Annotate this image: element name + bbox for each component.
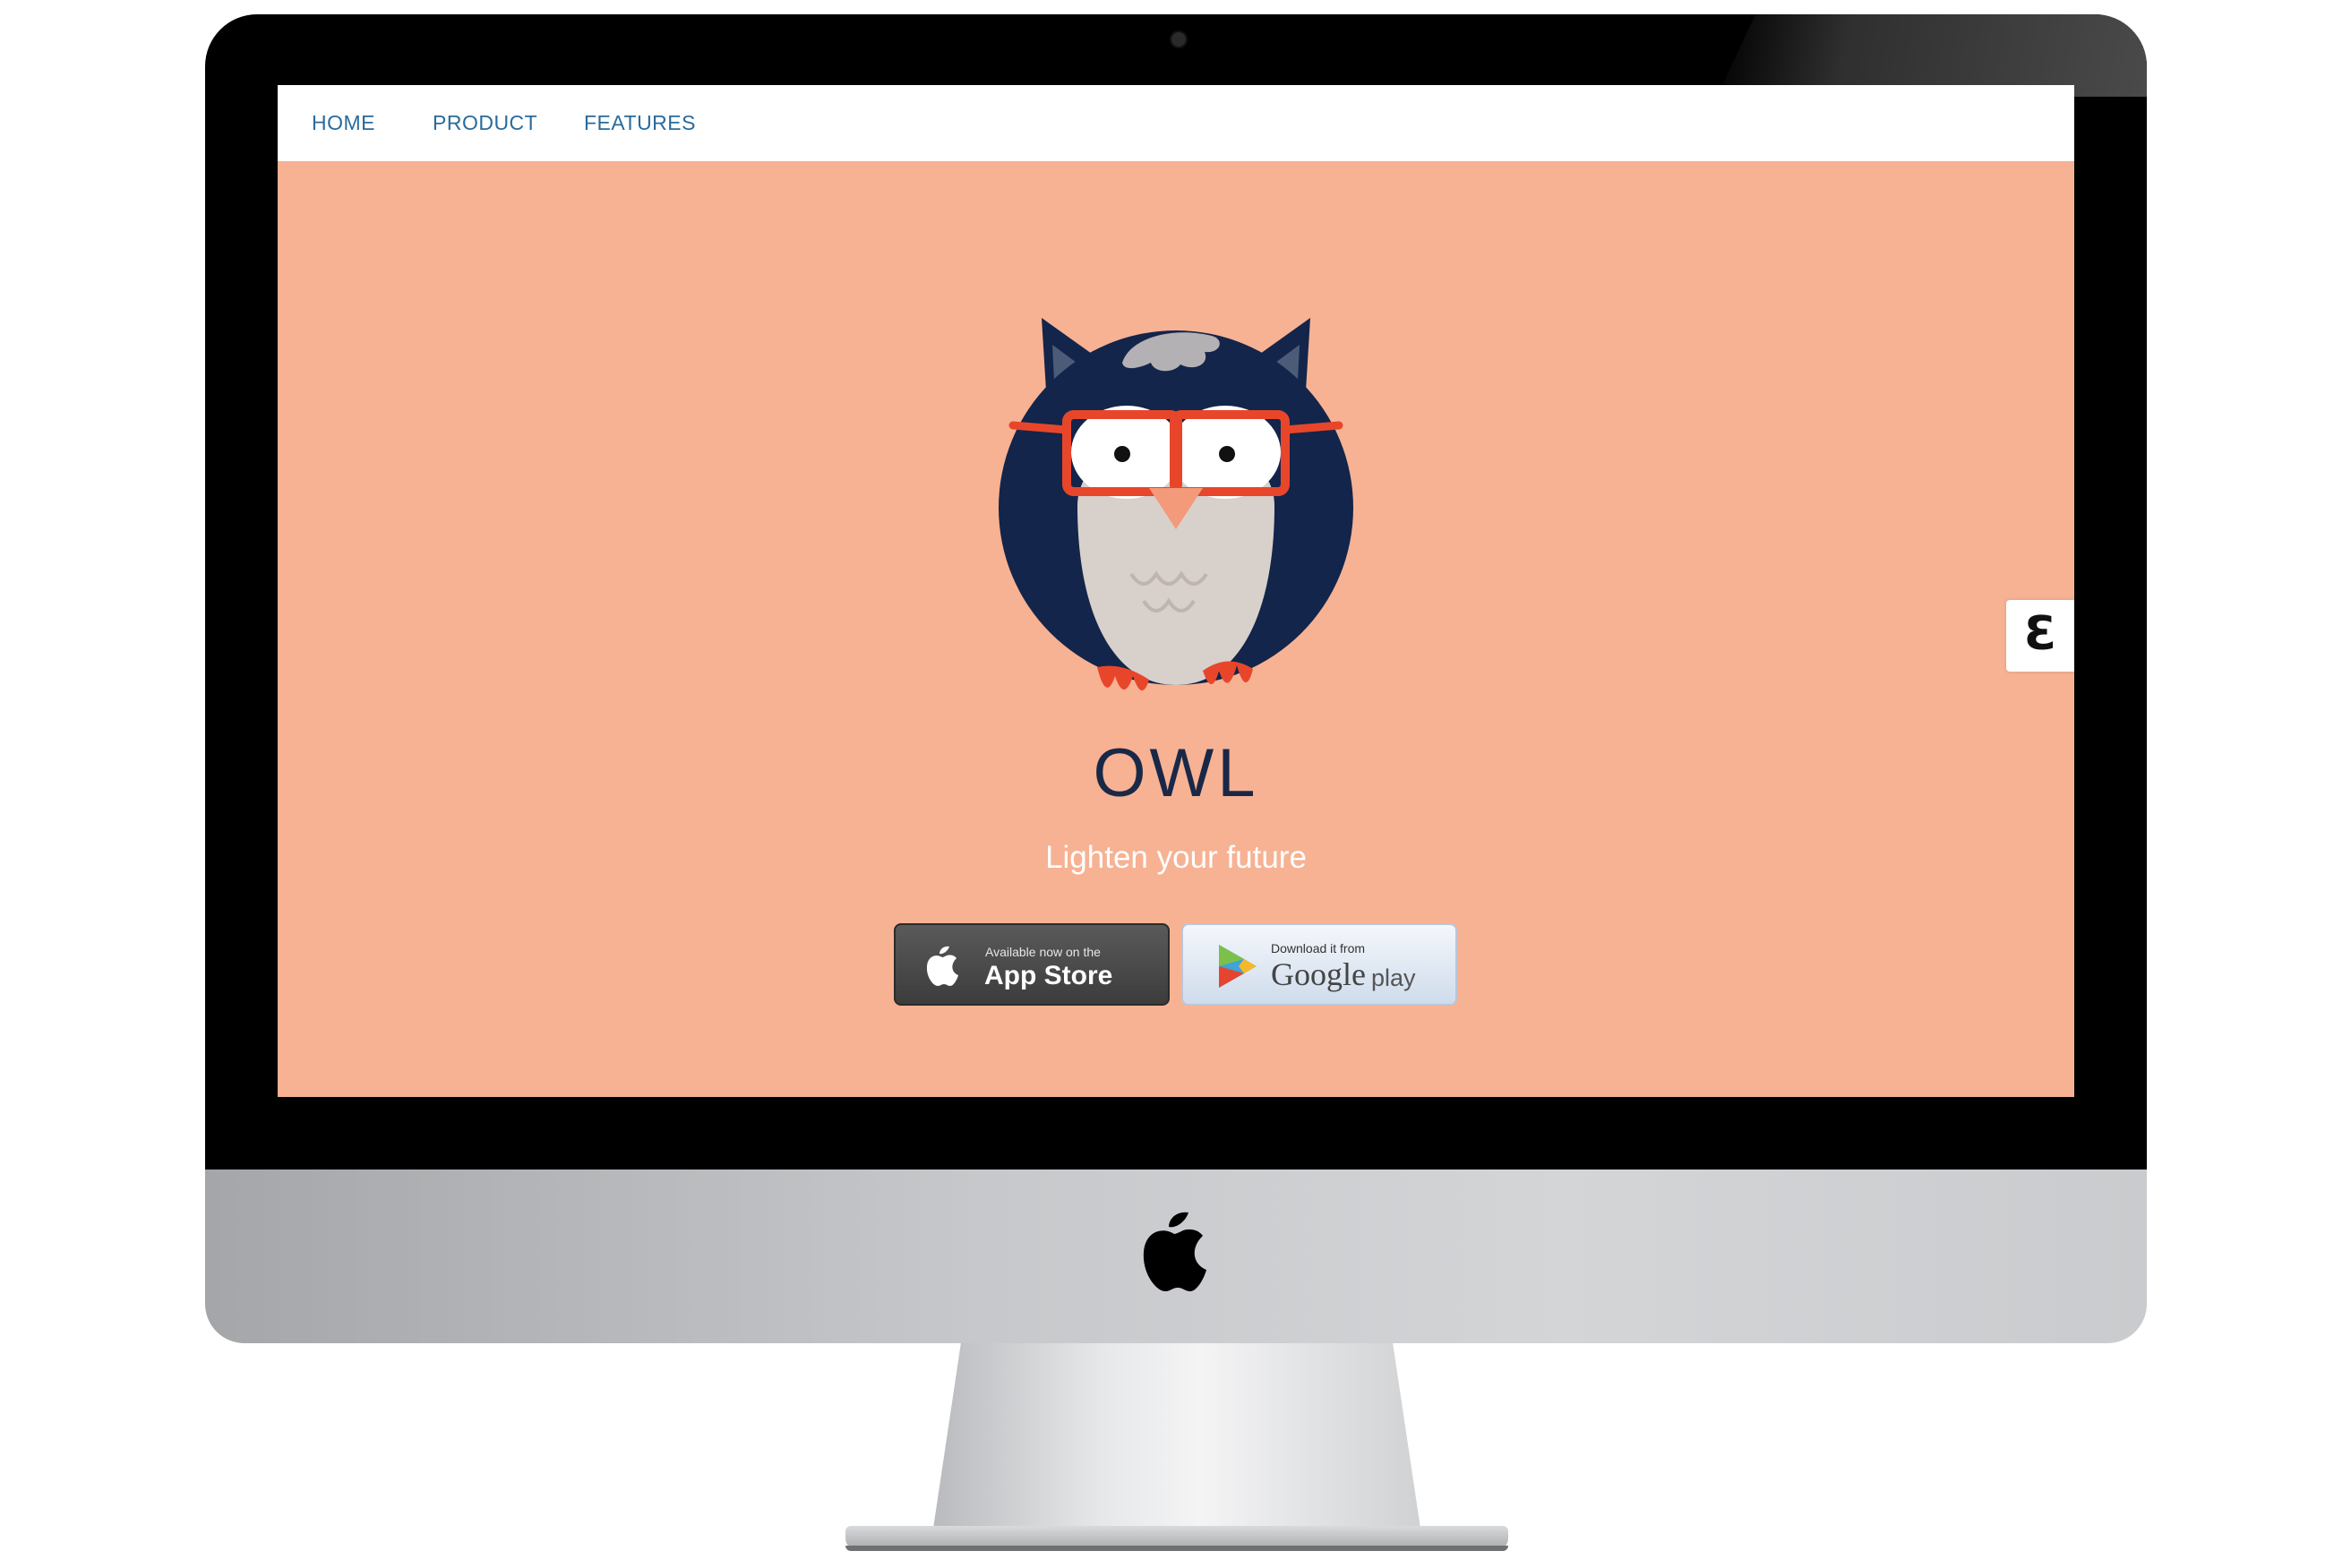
- nav-home[interactable]: HOME: [312, 85, 375, 161]
- google-play-small-text: Download it from: [1271, 941, 1366, 955]
- side-widget-glyph: Ɛ: [2024, 607, 2057, 661]
- brand-title: OWL: [1093, 735, 1259, 811]
- google-play-label-play: play: [1371, 964, 1416, 991]
- play-triangle-icon: [1219, 945, 1257, 988]
- browser-screen: HOME PRODUCT FEATURES OWL Lighten your f…: [278, 85, 2074, 1097]
- google-play-label: Google: [1271, 956, 1366, 992]
- apple-icon: [926, 946, 958, 986]
- nav-product[interactable]: PRODUCT: [433, 85, 537, 161]
- top-navbar: HOME PRODUCT FEATURES: [278, 85, 2074, 161]
- camera-icon: [1170, 30, 1188, 48]
- monitor-base-shadow: [845, 1546, 1508, 1551]
- nav-features[interactable]: FEATURES: [584, 85, 696, 161]
- side-widget-button[interactable]: Ɛ: [2006, 600, 2074, 672]
- monitor-chin: [205, 1170, 2147, 1343]
- app-store-small-text: Available now on the: [985, 945, 1101, 959]
- app-store-label: App Store: [984, 961, 1113, 990]
- apple-logo-icon: [1143, 1212, 1206, 1291]
- app-store-button[interactable]: Available now on the App Store: [894, 923, 1170, 1006]
- google-play-button[interactable]: Download it from Google play: [1181, 923, 1457, 1006]
- monitor-stand: [931, 1343, 1422, 1540]
- tagline: Lighten your future: [1045, 840, 1307, 875]
- owl-logo-icon: [999, 318, 1353, 691]
